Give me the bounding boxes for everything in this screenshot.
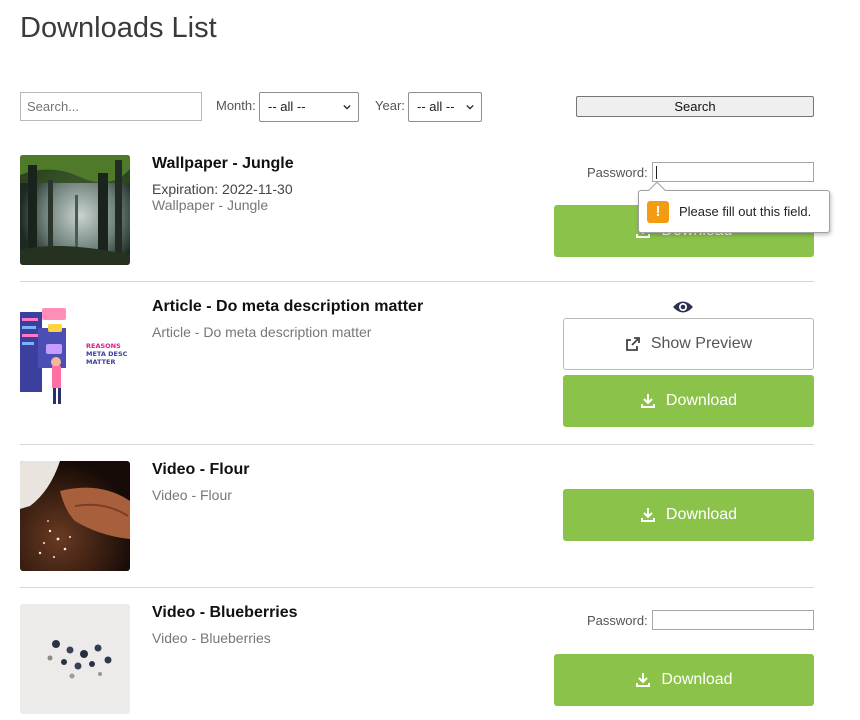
page-title: Downloads List	[20, 12, 217, 44]
download-label: Download	[665, 392, 738, 409]
divider	[20, 587, 814, 588]
thumbnail-blueberries[interactable]	[20, 604, 130, 714]
item-description: Article - Do meta description matter	[152, 324, 372, 340]
divider	[20, 444, 814, 445]
item-title[interactable]: Article - Do meta description matter	[152, 298, 423, 316]
jungle-image	[20, 155, 130, 265]
thumb-text-2: META DESC	[86, 350, 128, 358]
download-icon	[636, 673, 651, 687]
show-preview-button[interactable]: Show Preview	[563, 318, 814, 370]
password-input[interactable]	[652, 610, 814, 630]
text-caret	[656, 166, 657, 179]
item-title[interactable]: Wallpaper - Jungle	[152, 155, 294, 173]
item-title[interactable]: Video - Blueberries	[152, 604, 298, 622]
download-button[interactable]: Download	[554, 654, 814, 706]
month-select-value: -- all --	[268, 99, 306, 114]
external-link-icon	[625, 337, 640, 351]
thumb-text-1: REASONS	[86, 342, 121, 350]
item-description: Video - Flour	[152, 487, 232, 503]
eye-icon[interactable]	[672, 299, 694, 315]
thumbnail-jungle[interactable]	[20, 155, 130, 265]
year-select[interactable]: -- all --	[408, 92, 482, 122]
flour-image	[20, 461, 130, 571]
article-illustration: REASONS META DESC MATTER	[20, 298, 130, 408]
warning-icon: !	[647, 200, 669, 223]
divider	[20, 281, 814, 282]
expiration-date: Expiration: 2022-11-30	[152, 181, 293, 197]
thumb-text-3: MATTER	[86, 358, 115, 366]
show-preview-label: Show Preview	[650, 335, 753, 352]
tooltip-arrow	[648, 181, 666, 199]
year-select-value: -- all --	[417, 99, 455, 114]
chevron-down-icon	[466, 104, 474, 110]
month-label: Month:	[216, 98, 256, 113]
item-description: Video - Blueberries	[152, 630, 271, 646]
download-label: Download	[661, 671, 733, 688]
search-button[interactable]: Search	[576, 96, 814, 117]
password-input[interactable]	[652, 162, 814, 182]
download-icon	[640, 508, 655, 522]
year-label: Year:	[375, 98, 405, 113]
thumbnail-article[interactable]: REASONS META DESC MATTER	[20, 298, 130, 408]
item-title[interactable]: Video - Flour	[152, 461, 249, 479]
download-button[interactable]: Download	[563, 375, 814, 427]
validation-tooltip: ! Please fill out this field.	[638, 181, 830, 233]
download-button[interactable]: Download	[563, 489, 814, 541]
download-icon	[640, 394, 655, 408]
thumbnail-flour[interactable]	[20, 461, 130, 571]
search-input[interactable]	[20, 92, 202, 121]
password-label: Password:	[587, 165, 648, 180]
month-select[interactable]: -- all --	[259, 92, 359, 122]
item-description: Wallpaper - Jungle	[152, 197, 269, 213]
password-label: Password:	[587, 613, 648, 628]
validation-message: Please fill out this field.	[679, 204, 812, 219]
blueberries-image	[20, 604, 130, 714]
download-label: Download	[665, 506, 738, 523]
chevron-down-icon	[343, 104, 351, 110]
